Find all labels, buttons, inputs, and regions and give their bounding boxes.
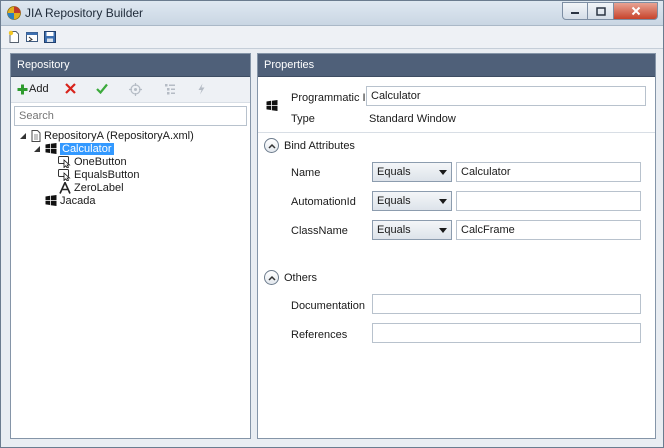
classname-operator-dropdown[interactable]: Equals [372,220,452,240]
classname-attr-label: ClassName [291,225,348,237]
collapse-section-button[interactable] [264,270,279,285]
repository-toolbar: Add [11,77,250,103]
tree-item-equals-button-label: EqualsButton [74,168,140,181]
tree-item-calculator-label: Calculator [60,142,114,155]
close-button[interactable] [614,2,658,20]
button-cursor-icon [58,155,71,168]
automationid-operator-dropdown[interactable]: Equals [372,191,452,211]
run-button[interactable] [197,83,206,95]
checkmark-icon [96,83,108,94]
tree-item-equals-button[interactable]: EqualsButton [58,168,139,181]
properties-panel-header: Properties [258,54,655,77]
crosshair-icon [129,83,142,96]
tree-view-button[interactable] [164,83,176,95]
maximize-icon [595,6,606,16]
dropdown-arrow-icon [439,228,447,233]
plus-icon [17,84,28,94]
others-section-header[interactable]: Others [264,270,317,285]
properties-panel: Properties Programmatic Id Type Standard… [257,53,656,439]
bind-attributes-title: Bind Attributes [284,139,355,152]
section-divider [258,132,655,133]
references-input[interactable] [372,323,641,343]
classname-attr-value-input[interactable] [456,220,641,240]
repository-panel: Repository Add Search RepositoryA (Repos… [10,53,251,439]
open-window-icon[interactable] [25,30,39,44]
repository-panel-header: Repository [11,54,250,77]
automationid-operator-value: Equals [377,195,411,207]
dropdown-arrow-icon [439,199,447,204]
collapse-section-button[interactable] [264,138,279,153]
documentation-input[interactable] [372,294,641,314]
window-type-icon [266,100,278,111]
chevron-up-icon [267,275,276,281]
collapse-arrow-icon[interactable] [33,145,41,153]
references-label: References [291,329,348,341]
button-cursor-icon [58,168,71,181]
name-attr-label: Name [291,167,321,179]
documentation-label: Documentation [291,300,365,312]
tree-item-zero-label[interactable]: ZeroLabel [59,181,124,194]
bind-attributes-section-header[interactable]: Bind Attributes [264,138,355,153]
title-bar[interactable]: JIA Repository Builder [1,1,663,26]
type-value: Standard Window [369,113,456,125]
minimize-button[interactable] [562,2,588,20]
automationid-attr-value-input[interactable] [456,191,641,211]
close-icon [631,6,640,16]
programmatic-id-label: Programmatic Id [291,92,372,104]
xml-document-icon [31,129,41,142]
name-attr-value-input[interactable] [456,162,641,182]
name-operator-value: Equals [377,166,411,178]
window-controls [562,2,658,20]
classname-operator-value: Equals [377,224,411,236]
minimize-icon [571,12,579,14]
tree-item-one-button[interactable]: OneButton [58,155,127,168]
dropdown-arrow-icon [439,170,447,175]
programmatic-id-input[interactable] [366,86,646,106]
app-logo-icon [7,6,21,20]
type-label: Type [291,113,315,125]
lightning-icon [198,83,205,95]
automationid-attr-label: AutomationId [291,196,356,208]
add-button[interactable]: Add [17,83,49,95]
app-window: JIA Repository Builder Repository Add Se… [0,0,664,448]
chevron-up-icon [267,143,276,149]
tree-list-icon [165,84,175,95]
delete-button[interactable] [65,83,76,94]
validate-button[interactable] [96,83,108,94]
window-icon [45,195,57,206]
add-button-label: Add [29,83,49,95]
locate-button[interactable] [129,83,142,96]
name-operator-dropdown[interactable]: Equals [372,162,452,182]
main-toolbar [1,26,663,49]
delete-x-icon [65,83,76,94]
window-title: JIA Repository Builder [25,6,144,20]
tree-item-zero-label-label: ZeroLabel [74,181,124,194]
text-label-icon [59,181,71,194]
save-icon[interactable] [43,30,57,44]
tree-item-root-label: RepositoryA (RepositoryA.xml) [44,129,194,142]
others-title: Others [284,271,318,284]
tree-item-jacada[interactable]: Jacada [45,194,95,207]
tree-item-calculator[interactable]: Calculator [45,142,114,155]
tree-item-jacada-label: Jacada [60,194,96,207]
new-file-icon[interactable] [7,30,21,44]
tree-item-one-button-label: OneButton [74,155,127,168]
window-icon [45,143,57,154]
tree-item-root[interactable]: RepositoryA (RepositoryA.xml) [31,129,194,142]
collapse-arrow-icon[interactable] [19,132,27,140]
search-input[interactable] [14,106,247,126]
maximize-button[interactable] [588,2,614,20]
